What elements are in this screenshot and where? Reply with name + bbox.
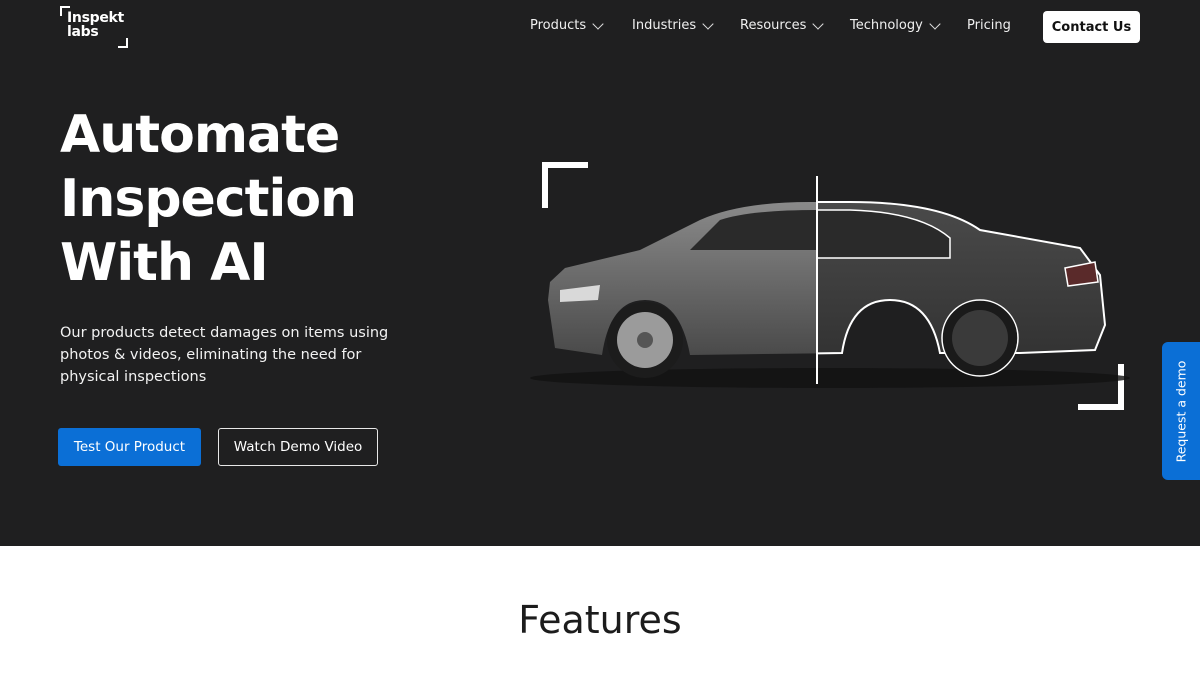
features-heading: Features xyxy=(518,598,682,642)
headline-line: Automate xyxy=(60,105,340,165)
nav-item-products[interactable]: Products xyxy=(530,17,604,33)
nav-item-technology[interactable]: Technology xyxy=(850,17,941,33)
chevron-down-icon xyxy=(929,17,941,30)
nav-item-industries[interactable]: Industries xyxy=(632,17,714,33)
watch-demo-video-button[interactable]: Watch Demo Video xyxy=(218,428,378,466)
request-demo-tab[interactable]: Request a demo xyxy=(1162,342,1200,480)
car-image xyxy=(530,176,1130,388)
nav-item-pricing[interactable]: Pricing xyxy=(967,18,1011,33)
test-our-product-button[interactable]: Test Our Product xyxy=(58,428,201,466)
chevron-down-icon xyxy=(812,17,825,30)
hero-car-illustration xyxy=(520,150,1140,420)
chevron-down-icon xyxy=(702,17,714,30)
hero-headline: Automate Inspection With AI xyxy=(60,103,357,295)
hero-subtext: Our products detect damages on items usi… xyxy=(60,325,389,385)
nav-item-resources[interactable]: Resources xyxy=(740,17,825,33)
contact-us-button[interactable]: Contact Us xyxy=(1043,11,1140,43)
headline-line: With AI xyxy=(60,233,269,293)
hero-section: Inspekt labs Products Industries Resourc… xyxy=(0,0,1200,546)
chevron-down-icon xyxy=(592,17,604,30)
main-nav: Products Industries Resources Technology… xyxy=(0,0,1200,54)
headline-line: Inspection xyxy=(60,169,357,229)
